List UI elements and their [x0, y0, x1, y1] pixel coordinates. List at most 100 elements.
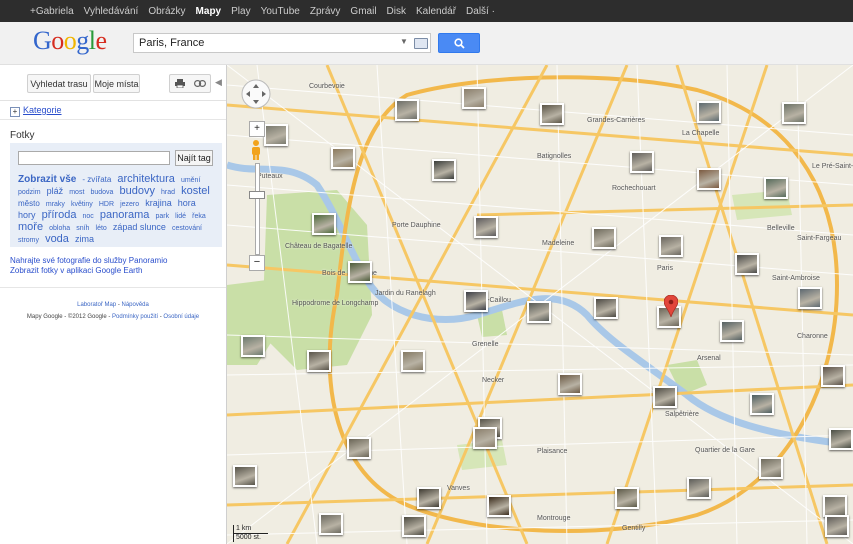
map-canvas[interactable]: Courbevoie Puteaux Grandes-Carrières Batign… — [227, 65, 853, 544]
photo-thumbnail[interactable] — [558, 373, 582, 395]
tag-search-input[interactable] — [18, 151, 170, 165]
photo-thumbnail[interactable] — [630, 151, 654, 173]
photo-thumbnail[interactable] — [331, 147, 355, 169]
nav-item[interactable]: Vyhledávání — [84, 6, 139, 17]
photo-thumbnail[interactable] — [687, 477, 711, 499]
tag-link[interactable]: řeka — [192, 213, 206, 220]
tag-link[interactable]: noc — [83, 213, 94, 220]
chevron-left-icon[interactable]: ◀ — [215, 77, 222, 88]
nav-item[interactable]: Disk — [387, 6, 406, 17]
photo-thumbnail[interactable] — [473, 427, 497, 449]
photo-thumbnail[interactable] — [319, 513, 343, 535]
tag-link[interactable]: stromy — [18, 237, 39, 244]
tag-link[interactable]: pláž — [47, 186, 64, 196]
photo-thumbnail[interactable] — [697, 168, 721, 190]
photo-thumbnail[interactable] — [798, 287, 822, 309]
photo-thumbnail[interactable] — [720, 320, 744, 342]
tag-link[interactable]: budovy — [119, 185, 154, 197]
privacy-link[interactable]: Osobní údaje — [163, 314, 199, 320]
google-logo[interactable]: Google — [33, 26, 107, 56]
photo-thumbnail[interactable] — [462, 87, 486, 109]
photo-thumbnail[interactable] — [540, 103, 564, 125]
chevron-down-icon[interactable]: ▼ — [400, 37, 408, 46]
photo-thumbnail[interactable] — [821, 365, 845, 387]
zoom-slider[interactable] — [255, 163, 260, 255]
tag-link[interactable]: most — [69, 189, 84, 196]
photo-thumbnail[interactable] — [233, 465, 257, 487]
nav-item[interactable]: Další · — [466, 6, 495, 17]
nav-item[interactable]: +Gabriela — [30, 6, 74, 17]
nav-item[interactable]: Zprávy — [310, 6, 341, 17]
print-icon[interactable] — [174, 79, 185, 88]
zoom-slider-handle[interactable] — [249, 191, 265, 199]
tag-link[interactable]: HDR — [99, 201, 114, 208]
photo-thumbnail[interactable] — [395, 99, 419, 121]
tag-link[interactable]: léto — [96, 225, 107, 232]
photo-thumbnail[interactable] — [347, 437, 371, 459]
photo-thumbnail[interactable] — [615, 487, 639, 509]
tag-link[interactable]: voda — [45, 233, 69, 245]
tag-link[interactable]: cestování — [172, 225, 202, 232]
photo-thumbnail[interactable] — [764, 177, 788, 199]
keyboard-icon[interactable] — [414, 38, 428, 49]
get-directions-button[interactable]: Vyhledat trasu — [27, 74, 91, 93]
nav-item[interactable]: Obrázky — [148, 6, 185, 17]
photo-thumbnail[interactable] — [307, 350, 331, 372]
photo-thumbnail[interactable] — [829, 428, 853, 450]
photo-thumbnail[interactable] — [241, 335, 265, 357]
photo-thumbnail[interactable] — [312, 213, 336, 235]
tag-link[interactable]: obloha — [49, 225, 70, 232]
tag-link[interactable]: hrad — [161, 189, 175, 196]
photo-thumbnail[interactable] — [750, 393, 774, 415]
photo-thumbnail[interactable] — [825, 515, 849, 537]
tag-link[interactable]: příroda — [42, 209, 77, 221]
photo-thumbnail[interactable] — [735, 253, 759, 275]
zoom-in-icon[interactable]: + — [249, 121, 265, 137]
help-link[interactable]: Nápověda — [122, 302, 149, 308]
photo-thumbnail[interactable] — [592, 227, 616, 249]
photo-thumbnail[interactable] — [417, 487, 441, 509]
search-input[interactable]: Paris, France ▼ — [133, 33, 431, 53]
terms-link[interactable]: Podmínky použití — [112, 314, 158, 320]
photo-thumbnail[interactable] — [653, 386, 677, 408]
photo-thumbnail[interactable] — [823, 495, 847, 517]
search-button[interactable] — [438, 33, 480, 53]
tag-link[interactable]: panorama — [100, 209, 150, 221]
photo-thumbnail[interactable] — [264, 124, 288, 146]
nav-item[interactable]: Play — [231, 6, 250, 17]
photo-thumbnail[interactable] — [401, 350, 425, 372]
location-marker-icon[interactable] — [664, 295, 678, 317]
tag-link[interactable]: sníh — [76, 225, 89, 232]
photo-thumbnail[interactable] — [697, 101, 721, 123]
tag-link[interactable]: park — [155, 213, 169, 220]
pegman-icon[interactable] — [249, 139, 263, 161]
pan-control-icon[interactable] — [241, 79, 271, 109]
photo-thumbnail[interactable] — [402, 515, 426, 537]
categories-toggle[interactable]: + Kategorie — [10, 105, 62, 117]
photo-thumbnail[interactable] — [487, 495, 511, 517]
tag-link[interactable]: západ slunce — [113, 222, 166, 232]
photo-thumbnail[interactable] — [594, 297, 618, 319]
tag-link[interactable]: hora — [178, 198, 196, 208]
nav-item[interactable]: YouTube — [261, 6, 300, 17]
tag-link[interactable]: moře — [18, 221, 43, 233]
link-icon[interactable] — [193, 80, 206, 87]
tag-link[interactable]: - zvířata — [82, 175, 111, 184]
tag-link[interactable]: mraky — [46, 201, 65, 208]
photo-thumbnail[interactable] — [432, 159, 456, 181]
nav-item[interactable]: Kalendář — [416, 6, 456, 17]
tag-link[interactable]: architektura — [117, 173, 174, 185]
tag-link[interactable]: Zobrazit vše — [18, 174, 76, 185]
my-places-button[interactable]: Moje místa — [93, 74, 140, 93]
photo-thumbnail[interactable] — [474, 216, 498, 238]
photo-thumbnail[interactable] — [782, 102, 806, 124]
tag-link[interactable]: město — [18, 199, 40, 208]
photo-thumbnail[interactable] — [659, 235, 683, 257]
zoom-out-icon[interactable]: − — [249, 255, 265, 271]
tag-link[interactable]: jezero — [120, 201, 139, 208]
tag-link[interactable]: zima — [75, 234, 94, 244]
tag-link[interactable]: kostel — [181, 185, 210, 197]
nav-item[interactable]: Mapy — [196, 6, 222, 17]
find-tag-button[interactable]: Najít tag — [175, 150, 213, 166]
photo-thumbnail[interactable] — [527, 301, 551, 323]
